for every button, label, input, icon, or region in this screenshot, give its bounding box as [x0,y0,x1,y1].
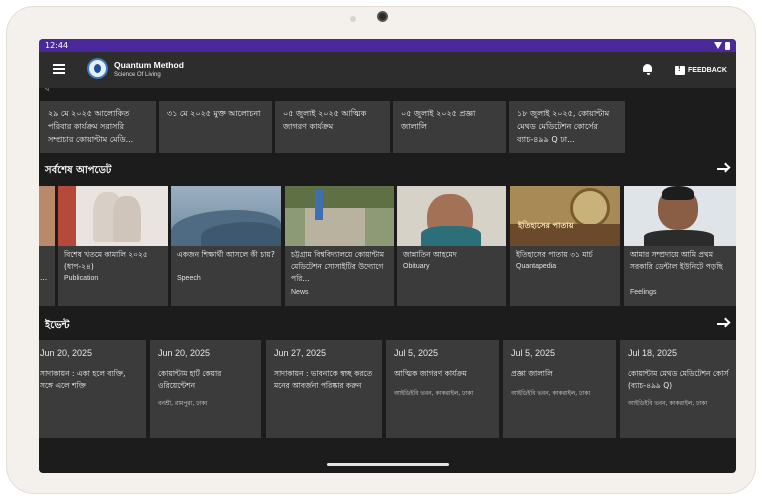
event-title: সাদাকায়ন : একা হলে ব্যক্তি, সঙ্গে এলে শ… [40,369,126,390]
notification-bell-icon[interactable] [643,64,653,75]
events-header: ইভেন্ট [39,314,736,334]
event-card[interactable]: Jul 18, 2025 কোয়ান্টাম মেথড মেডিটেশন কো… [620,340,736,438]
update-image [171,186,281,246]
arrow-right-icon[interactable] [716,162,731,175]
feedback-icon [675,64,685,75]
battery-icon [725,41,730,50]
feedback-button[interactable]: FEEDBACK [675,62,727,78]
arrow-right-icon[interactable] [716,317,731,330]
update-card[interactable]: বিশেষ খতমে কামালি ২০২৫ (ধাপ-২৪) Publicat… [58,186,168,306]
update-image [285,186,394,246]
tablet-frame: 12:44 Quantum Method Science Of Living F… [6,6,756,494]
app-logo[interactable] [87,58,108,79]
update-card[interactable]: ইতিহাসের পাতায় ইতিহাসের পাতায় ৩১ মার্চ… [510,186,620,306]
update-title: চট্টগ্রাম বিশ্ববিদ্যালয়ে কোয়ান্টাম মেড… [291,250,385,283]
event-date: Jun 27, 2025 [274,348,327,358]
menu-icon[interactable] [53,64,65,74]
update-category: News [291,289,309,296]
updates-row: ... বিশেষ খতমে কামালি ২০২৫ (ধাপ-২৪) Publ… [39,186,736,306]
updates-header: সর্বশেষ আপডেট [39,159,736,179]
clipped-heading: ব [45,88,50,93]
news-text: ০৫ জুলাই ২০২৫ আত্মিক জাগরণ কার্যক্রম [283,109,367,131]
feedback-label: FEEDBACK [688,66,727,74]
event-card[interactable]: Jun 20, 2025 সাদাকায়ন : একা হলে ব্যক্তি… [39,340,146,438]
event-card[interactable]: Jun 27, 2025 সাদাকায়ন : ভাবনাকে স্বচ্ছ … [266,340,382,438]
event-title: সাদাকায়ন : ভাবনাকে স্বচ্ছ করতে মনের আবর… [274,369,373,390]
update-category: Quantapedia [516,263,557,270]
update-card[interactable]: চট্টগ্রাম বিশ্ববিদ্যালয়ে কোয়ান্টাম মেড… [285,186,394,306]
event-date: Jun 20, 2025 [40,348,93,358]
update-image [624,186,736,246]
status-bar: 12:44 [39,39,736,52]
news-text: ১৮ জুলাই ২০২৫, কোয়ান্টাম মেথড মেডিটেশন … [517,109,610,144]
update-title: একজন শিক্ষার্থী আসলে কী চায়? [177,250,275,259]
event-title: আত্মিক জাগরণ কার্যক্রম [394,369,467,378]
update-card[interactable]: একজন শিক্ষার্থী আসলে কী চায়? Speech [171,186,281,306]
event-card[interactable]: Jul 5, 2025 প্রজ্ঞা জালালি আইডিইবি ভবন, … [503,340,616,438]
quantapedia-banner: ইতিহাসের পাতায় [518,221,574,230]
event-card[interactable]: Jun 20, 2025 কোয়ান্টাম হার্ট কেয়ার ওরি… [150,340,261,438]
update-card[interactable]: ... [39,186,55,306]
screen: 12:44 Quantum Method Science Of Living F… [39,39,736,473]
update-title: বিশেষ খতমে কামালি ২০২৫ (ধাপ-২৪) [64,250,148,271]
news-card[interactable]: ০৫ জুলাই ২০২৫ প্রজ্ঞা জালালি [393,101,506,153]
update-category: Obituary [403,263,430,270]
update-title: ইতিহাসের পাতায় ৩১ মার্চ [516,250,593,259]
events-title: ইভেন্ট [45,320,70,331]
system-icons [714,39,730,52]
update-title: আমার সম্প্রদায়ে আমি প্রথম সরকারি ডেন্টা… [630,250,723,271]
update-category: Publication [64,275,99,282]
event-location: আইডিইবি ভবন, কাকরাইল, ঢাকা [394,390,474,397]
event-location: আইডিইবি ভবন, কাকরাইল, ঢাকা [511,390,591,397]
home-indicator[interactable] [327,463,449,466]
news-text: ২৯ মে ২০২৫ আলোকিত পরিবার কার্যক্রম সরাসর… [48,109,134,144]
update-category: Feelings [630,289,657,296]
event-title: কোয়ান্টাম মেথড মেডিটেশন কোর্স (ব্যাচ-৪৯… [628,369,729,390]
event-location: আইডিইবি ভবন, কাকরাইল, ঢাকা [628,400,708,407]
main-content[interactable]: ব ২৯ মে ২০২৫ আলোকিত পরিবার কার্যক্রম সরা… [39,88,736,473]
update-card[interactable]: জান্নাতিন আহমেদ Obituary [397,186,506,306]
wifi-icon [714,42,722,49]
news-text: ০৫ জুলাই ২০২৫ প্রজ্ঞা জালালি [401,109,476,131]
app-bar: Quantum Method Science Of Living FEEDBAC… [39,52,736,88]
event-location: বনশ্রী, রামপুরা, ঢাকা [158,400,208,407]
news-row: ২৯ মে ২০২৫ আলোকিত পরিবার কার্যক্রম সরাসর… [39,101,736,153]
event-title: কোয়ান্টাম হার্ট কেয়ার ওরিয়েন্টেশন [158,369,222,390]
update-image: ইতিহাসের পাতায় [510,186,620,246]
status-time: 12:44 [45,41,69,50]
app-subtitle: Science Of Living [114,72,161,78]
app-title: Quantum Method [114,60,184,70]
update-card[interactable]: আমার সম্প্রদায়ে আমি প্রথম সরকারি ডেন্টা… [624,186,736,306]
news-text: ৩১ মে ২০২৫ মুক্ত আলোচনা [167,109,261,118]
event-date: Jul 5, 2025 [511,348,556,358]
event-date: Jul 5, 2025 [394,348,439,358]
update-category: Speech [177,275,201,282]
event-date: Jun 20, 2025 [158,348,211,358]
updates-title: সর্বশেষ আপডেট [45,165,112,176]
event-date: Jul 18, 2025 [628,348,678,358]
news-card[interactable]: ৩১ মে ২০২৫ মুক্ত আলোচনা [159,101,272,153]
update-image [39,186,55,246]
news-card[interactable]: ১৮ জুলাই ২০২৫, কোয়ান্টাম মেথড মেডিটেশন … [509,101,625,153]
update-title: ... [40,273,48,282]
update-image [58,186,168,246]
sensor [350,16,356,22]
events-row: Jun 20, 2025 সাদাকায়ন : একা হলে ব্যক্তি… [39,340,736,438]
front-camera [377,11,388,22]
event-card[interactable]: Jul 5, 2025 আত্মিক জাগরণ কার্যক্রম আইডিই… [386,340,499,438]
event-title: প্রজ্ঞা জালালি [511,369,553,378]
update-title: জান্নাতিন আহমেদ [403,250,457,259]
news-card[interactable]: ০৫ জুলাই ২০২৫ আত্মিক জাগরণ কার্যক্রম [275,101,390,153]
news-card[interactable]: ২৯ মে ২০২৫ আলোকিত পরিবার কার্যক্রম সরাসর… [40,101,156,153]
update-image [397,186,506,246]
